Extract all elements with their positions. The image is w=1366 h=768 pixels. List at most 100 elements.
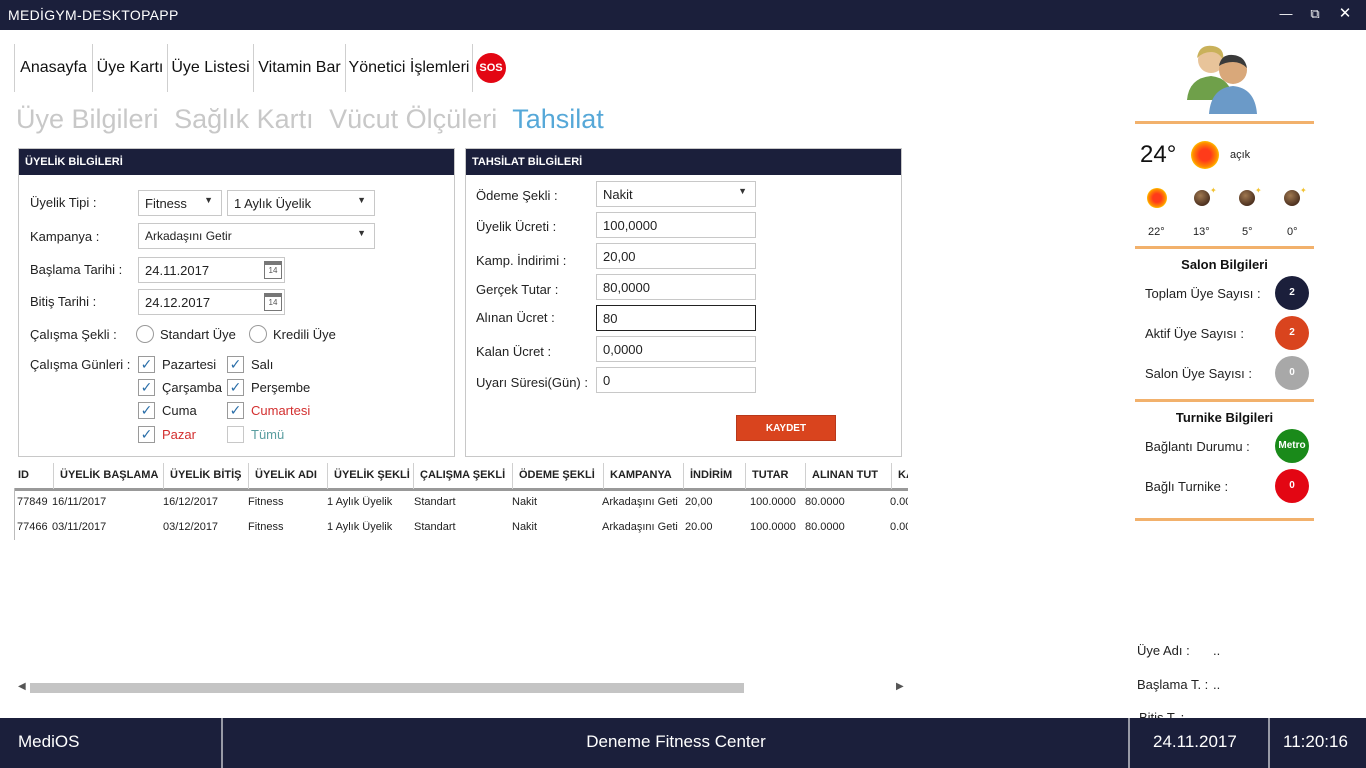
campaign-value: Arkadaşını Getir xyxy=(145,229,232,243)
table-row[interactable]: 77466 03/11/2017 03/12/2017 Fitness 1 Aylık … xyxy=(14,521,908,539)
calendar-icon[interactable]: 14 xyxy=(264,261,282,279)
forecast-temp-1: 22° xyxy=(1148,226,1165,238)
current-time: 11:20:16 xyxy=(1283,732,1348,751)
table-cell: 16/11/2017 xyxy=(52,496,107,508)
membership-type-value: Fitness xyxy=(145,196,187,211)
day-checkbox[interactable]: ✓ xyxy=(138,402,155,419)
close-icon[interactable]: ✕ xyxy=(1337,6,1353,22)
sos-button[interactable]: SOS xyxy=(476,53,506,83)
moon-icon xyxy=(1284,190,1300,206)
center-name: Deneme Fitness Center xyxy=(586,732,766,751)
tab-health-card[interactable]: Sağlık Kartı xyxy=(174,104,314,134)
tab-payment[interactable]: Tahsilat xyxy=(512,104,604,134)
membership-fee-input[interactable]: 100,0000 xyxy=(596,212,756,238)
sidebar-divider xyxy=(1135,518,1314,521)
nav-item-vitamin-bar[interactable]: Vitamin Bar xyxy=(253,44,345,92)
table-cell: 0.00 xyxy=(890,521,908,533)
received-amount-input[interactable]: 80 xyxy=(596,305,756,331)
actual-amount-input[interactable]: 80,0000 xyxy=(596,274,756,300)
end-date-picker[interactable]: 24.12.2017 14 xyxy=(138,289,285,315)
membership-type-label: Üyelik Tipi : xyxy=(30,195,97,210)
minimize-icon[interactable]: — xyxy=(1278,6,1294,22)
chevron-down-icon: ▼ xyxy=(204,195,213,205)
chevron-down-icon: ▼ xyxy=(357,228,366,238)
table-cell: Fitness xyxy=(248,521,284,533)
salon-info-title: Salon Bilgileri xyxy=(1181,257,1268,272)
star-icon: ✦ xyxy=(1210,186,1217,195)
scroll-right-icon[interactable]: ▶ xyxy=(896,681,904,692)
warning-days-input[interactable]: 0 xyxy=(596,367,756,393)
day-checkbox[interactable]: ✓ xyxy=(138,356,155,373)
user-avatar-icon xyxy=(1183,40,1265,114)
received-amount-label: Alınan Ücret : xyxy=(476,310,555,325)
current-date: 24.11.2017 xyxy=(1153,732,1237,751)
tab-body-measurements[interactable]: Vücut Ölçüleri xyxy=(329,104,497,134)
calendar-icon[interactable]: 14 xyxy=(264,293,282,311)
table-column-header[interactable]: ÜYELİK BİTİŞ xyxy=(164,463,249,489)
payment-method-value: Nakit xyxy=(603,187,633,202)
save-button[interactable]: KAYDET xyxy=(736,415,836,441)
membership-period-select[interactable]: 1 Aylık Üyelik ▼ xyxy=(227,190,375,216)
chevron-down-icon: ▼ xyxy=(738,186,747,196)
table-column-header[interactable]: ÜYELİK ADI xyxy=(249,463,328,489)
day-checkbox[interactable]: ✓ xyxy=(227,379,244,396)
radio-credit[interactable] xyxy=(249,325,267,343)
campaign-discount-input[interactable]: 20,00 xyxy=(596,243,756,269)
table-column-header[interactable]: KA xyxy=(892,463,908,489)
title-bar: MEDİGYM-DESKTOPAPP — ⧉ ✕ xyxy=(0,0,1366,30)
table-column-header[interactable]: ÜYELİK ŞEKLİ xyxy=(328,463,414,489)
active-members-label: Aktif Üye Sayısı : xyxy=(1145,326,1244,341)
nav-item-admin[interactable]: Yönetici İşlemleri xyxy=(345,44,473,92)
membership-panel-title: ÜYELİK BİLGİLERİ xyxy=(19,149,454,175)
table-column-header[interactable]: ÖDEME ŞEKLİ xyxy=(513,463,604,489)
table-cell: 03/12/2017 xyxy=(163,521,219,533)
day-checkbox[interactable]: ✓ xyxy=(227,402,244,419)
taskbar-divider xyxy=(1128,718,1130,768)
table-column-header[interactable]: TUTAR xyxy=(746,463,806,489)
connection-status-label: Bağlantı Durumu : xyxy=(1145,439,1250,454)
sun-icon xyxy=(1147,188,1167,208)
scroll-left-icon[interactable]: ◀ xyxy=(18,681,26,692)
table-cell: 20.00 xyxy=(685,521,713,533)
forecast-temp-4: 0° xyxy=(1287,226,1298,238)
campaign-label: Kampanya : xyxy=(30,229,100,244)
payment-method-select[interactable]: Nakit ▼ xyxy=(596,181,756,207)
start-date-picker[interactable]: 24.11.2017 14 xyxy=(138,257,285,283)
table-cell: 20,00 xyxy=(685,496,713,508)
table-cell: 100.0000 xyxy=(750,496,796,508)
horizontal-scrollbar[interactable] xyxy=(30,683,744,693)
nav-item-home[interactable]: Anasayfa xyxy=(14,44,92,92)
connected-turnstile-label: Bağlı Turnike : xyxy=(1145,479,1229,494)
table-column-header[interactable]: KAMPANYA xyxy=(604,463,684,489)
table-cell: 0.00 xyxy=(890,496,908,508)
tab-member-info[interactable]: Üye Bilgileri xyxy=(16,104,159,134)
warning-days-label: Uyarı Süresi(Gün) : xyxy=(476,375,588,390)
table-row[interactable]: 77849 16/11/2017 16/12/2017 Fitness 1 Aylık … xyxy=(14,496,908,514)
remaining-amount-input[interactable]: 0,0000 xyxy=(596,336,756,362)
day-checkbox[interactable]: ✓ xyxy=(138,379,155,396)
radio-standard[interactable] xyxy=(136,325,154,343)
table-cell: Nakit xyxy=(512,521,538,533)
campaign-select[interactable]: Arkadaşını Getir ▼ xyxy=(138,223,375,249)
star-icon: ✦ xyxy=(1300,186,1307,195)
table-column-header[interactable]: ÇALIŞMA ŞEKLİ xyxy=(414,463,513,489)
payment-method-label: Ödeme Şekli : xyxy=(476,188,558,203)
salon-members-badge: 0 xyxy=(1275,356,1309,390)
restore-icon[interactable]: ⧉ xyxy=(1307,6,1323,22)
day-checkbox[interactable]: ✓ xyxy=(138,426,155,443)
membership-type-select[interactable]: Fitness ▼ xyxy=(138,190,222,216)
table-column-header[interactable]: ID xyxy=(14,463,54,489)
table-cell: 03/11/2017 xyxy=(52,521,107,533)
table-column-header[interactable]: ALINAN TUT xyxy=(806,463,892,489)
table-column-header[interactable]: İNDİRİM xyxy=(684,463,746,489)
table-column-header[interactable]: ÜYELİK BAŞLAMA xyxy=(54,463,164,489)
nav-item-member-card[interactable]: Üye Kartı xyxy=(92,44,167,92)
day-checkbox-label: Cuma xyxy=(162,403,197,418)
nav-item-member-list[interactable]: Üye Listesi xyxy=(167,44,253,92)
remaining-amount-label: Kalan Ücret : xyxy=(476,344,552,359)
work-type-label: Çalışma Şekli : xyxy=(30,327,117,342)
day-checkbox[interactable]: ✓ xyxy=(227,356,244,373)
member-start-label: Başlama T. : xyxy=(1137,677,1209,692)
day-checkbox[interactable] xyxy=(227,426,244,443)
work-days-label: Çalışma Günleri : xyxy=(30,357,131,372)
